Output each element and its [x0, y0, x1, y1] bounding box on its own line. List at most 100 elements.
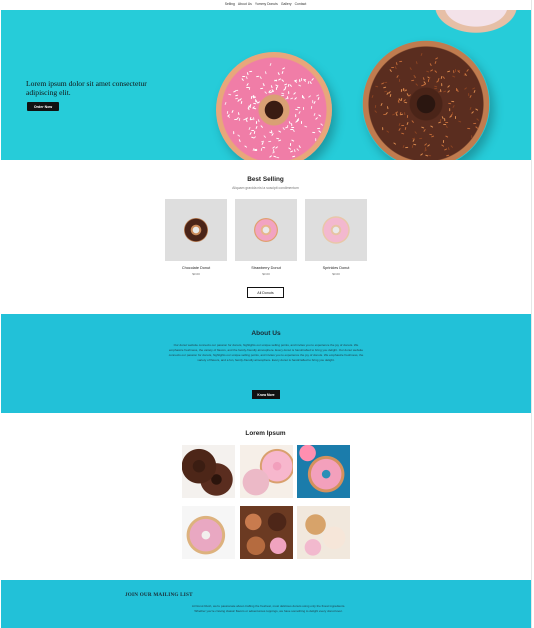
nav-link-selling[interactable]: Selling: [225, 2, 235, 6]
sprinkle: [449, 145, 453, 149]
sprinkle: [281, 78, 285, 82]
know-more-button[interactable]: Know More: [252, 390, 280, 399]
gallery-image-sprinkle-donuts[interactable]: [297, 506, 350, 559]
gallery-image-strawberry-donut[interactable]: [182, 506, 235, 559]
sprinkle: [298, 79, 301, 83]
sprinkle: [288, 90, 290, 94]
sprinkle: [442, 75, 446, 79]
gallery-image-pink-donuts[interactable]: [240, 445, 293, 498]
sprinkle: [420, 84, 424, 87]
sprinkle: [398, 61, 402, 63]
product-image-sprinkles[interactable]: [305, 199, 367, 261]
hero-pink-donut-image: [216, 52, 332, 160]
sprinkle: [310, 78, 314, 82]
sprinkle: [404, 146, 408, 149]
sprinkle: [374, 104, 377, 109]
sprinkle: [446, 154, 450, 157]
sprinkle: [237, 134, 241, 137]
sprinkle: [252, 107, 257, 110]
hero-chocolate-donut-image: [362, 40, 490, 160]
sprinkle: [227, 93, 232, 96]
all-donuts-button[interactable]: All Donuts: [247, 287, 284, 298]
sprinkle: [267, 141, 271, 143]
sprinkle: [240, 78, 244, 82]
sprinkle: [238, 118, 241, 122]
sprinkle: [371, 95, 374, 99]
sprinkle: [379, 103, 383, 107]
sprinkle: [385, 130, 389, 134]
mailing-list-body: At Donut Rush, we're passionate about cr…: [191, 604, 346, 613]
sprinkle: [428, 133, 432, 136]
product-image-chocolate[interactable]: [165, 199, 227, 261]
about-title: About Us: [251, 330, 281, 337]
order-now-button[interactable]: Order Now: [27, 102, 59, 111]
sprinkle: [442, 139, 445, 143]
sprinkle: [235, 89, 239, 91]
sprinkle: [238, 139, 241, 143]
nav-link-gallery[interactable]: Gallery: [281, 2, 292, 6]
sprinkle: [289, 142, 291, 146]
sprinkle: [455, 115, 457, 120]
sprinkle: [456, 88, 460, 92]
sprinkle: [281, 94, 285, 97]
product-name: Strawberry Donut: [251, 266, 281, 270]
sprinkle: [406, 92, 410, 97]
sprinkles-donut-icon: [322, 216, 350, 244]
sprinkle: [445, 124, 449, 129]
sprinkle: [469, 94, 472, 98]
sprinkle: [245, 75, 248, 79]
sprinkle: [451, 75, 456, 79]
sprinkle: [253, 135, 257, 139]
sprinkle: [302, 78, 306, 80]
strawberry-donut-icon: [254, 218, 278, 242]
gallery-image-blue-plate-donut[interactable]: [297, 445, 350, 498]
sprinkle: [429, 62, 433, 67]
product-image-strawberry[interactable]: [235, 199, 297, 261]
sprinkle: [287, 147, 291, 150]
sprinkle: [301, 121, 303, 125]
nav-link-yummy-donuts[interactable]: Yummy Donuts: [255, 2, 278, 6]
sprinkle: [476, 117, 480, 121]
sprinkle: [289, 129, 293, 131]
sprinkle: [254, 130, 256, 135]
gallery-image-assorted-donuts[interactable]: [240, 506, 293, 559]
sprinkle: [310, 106, 313, 110]
mailing-list-title: JOIN OUR MAILING LIST: [125, 592, 193, 598]
sprinkle: [254, 99, 256, 103]
sprinkle: [434, 61, 437, 65]
sprinkle: [276, 137, 280, 140]
sprinkle: [275, 156, 280, 159]
sprinkle: [374, 109, 378, 113]
gallery-image-chocolate-donuts[interactable]: [182, 445, 235, 498]
sprinkle: [283, 83, 288, 86]
sprinkle: [406, 115, 409, 119]
sprinkle: [413, 143, 417, 146]
sprinkle: [450, 100, 455, 103]
product-name: Chocolate Donut: [181, 266, 211, 270]
sprinkle: [409, 66, 413, 71]
sprinkle: [293, 97, 297, 101]
sprinkle: [416, 61, 419, 65]
nav-link-contact[interactable]: Contact: [295, 2, 307, 6]
sprinkle: [430, 125, 434, 128]
sprinkle: [382, 86, 387, 89]
sprinkle: [441, 83, 443, 87]
hero-donut-top-image: [421, 10, 531, 42]
sprinkle: [474, 126, 479, 130]
sprinkle: [454, 69, 457, 73]
sprinkle: [308, 95, 312, 98]
sprinkle: [392, 142, 397, 146]
top-nav: Selling About Us Yummy Donuts Gallery Co…: [0, 0, 531, 10]
sprinkle: [314, 138, 316, 142]
sprinkle: [303, 125, 307, 128]
sprinkle: [389, 68, 393, 73]
sprinkle: [240, 101, 243, 105]
sprinkle: [463, 87, 467, 91]
sprinkle: [231, 109, 235, 113]
sprinkle: [295, 113, 297, 118]
sprinkle: [422, 76, 425, 81]
sprinkle: [427, 154, 432, 157]
sprinkle: [413, 130, 417, 134]
nav-link-about[interactable]: About Us: [238, 2, 252, 6]
sprinkle: [291, 139, 295, 142]
